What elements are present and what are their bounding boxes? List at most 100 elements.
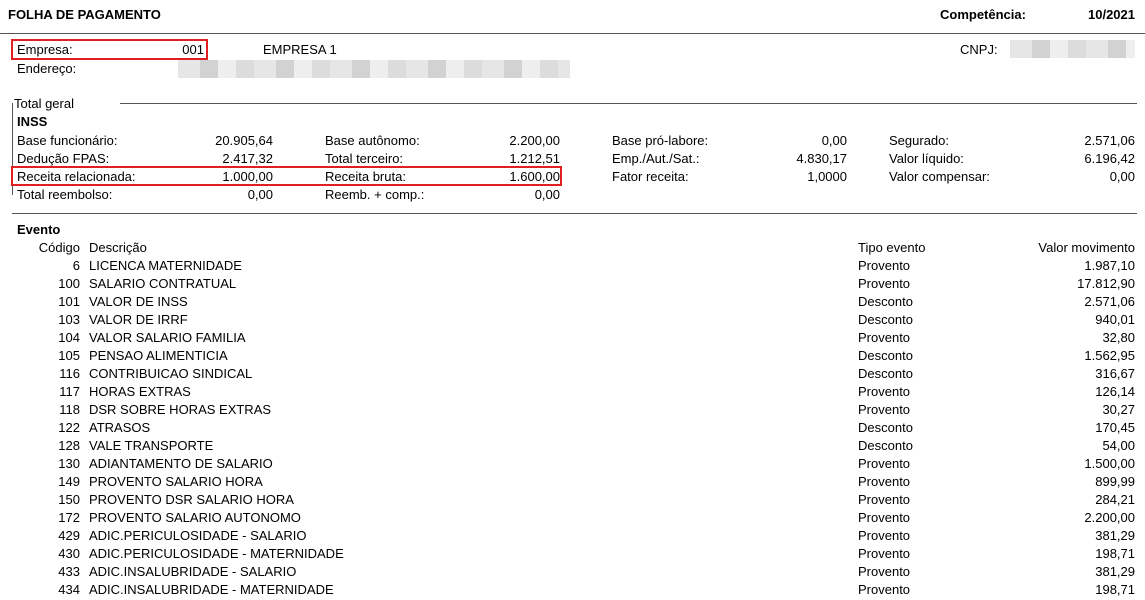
row-codigo: 117 — [59, 384, 80, 399]
row-descricao: HORAS EXTRAS — [89, 384, 191, 399]
row-descricao: ADIC.INSALUBRIDADE - MATERNIDADE — [89, 582, 334, 597]
row-valor: 32,80 — [1102, 330, 1135, 345]
valor-compensar-label: Valor compensar: — [889, 169, 990, 184]
row-descricao: SALARIO CONTRATUAL — [89, 276, 237, 291]
empresa-name: EMPRESA 1 — [263, 42, 337, 57]
table-row: 118 DSR SOBRE HORAS EXTRAS Provento 30,27 — [0, 401, 1145, 419]
row-valor: 198,71 — [1095, 582, 1135, 597]
table-row: 172 PROVENTO SALARIO AUTONOMO Provento 2.20… — [0, 509, 1145, 527]
row-valor: 1.562,95 — [1084, 348, 1135, 363]
table-row: 104 VALOR SALARIO FAMILIA Provento 32,80 — [0, 329, 1145, 347]
row-tipo: Desconto — [858, 312, 913, 327]
row-tipo: Provento — [858, 402, 911, 417]
table-row: 433 ADIC.INSALUBRIDADE - SALARIO Provento 3… — [0, 563, 1145, 581]
row-tipo: Provento — [858, 276, 911, 291]
row-descricao: LICENCA MATERNIDADE — [89, 258, 242, 273]
row-tipo: Provento — [858, 474, 911, 489]
reemb-comp-value: 0,00 — [534, 187, 560, 202]
row-valor: 381,29 — [1095, 528, 1135, 543]
row-tipo: Desconto — [858, 420, 913, 435]
row-tipo: Desconto — [858, 438, 913, 453]
cnpj-redacted — [1010, 40, 1135, 58]
row-descricao: VALOR DE INSS — [89, 294, 188, 309]
row-descricao: ADIC.INSALUBRIDADE - SALARIO — [89, 564, 297, 579]
fator-receita-value: 1,0000 — [807, 169, 847, 184]
row-codigo: 116 — [59, 366, 80, 381]
row-valor: 198,71 — [1095, 546, 1135, 561]
row-tipo: Desconto — [858, 348, 913, 363]
row-descricao: DSR SOBRE HORAS EXTRAS — [89, 402, 272, 417]
row-codigo: 430 — [58, 546, 80, 561]
segurado-value: 2.571,06 — [1084, 133, 1135, 148]
base-autonomo-label: Base autônomo: — [325, 133, 420, 148]
empresa-highlight — [11, 39, 208, 60]
table-row: 149 PROVENTO SALARIO HORA Provento 899,99 — [0, 473, 1145, 491]
base-funcionario-label: Base funcionário: — [17, 133, 118, 148]
evento-label: Evento — [17, 222, 61, 237]
base-autonomo-value: 2.200,00 — [509, 133, 560, 148]
row-codigo: 150 — [58, 492, 80, 507]
total-terceiro-label: Total terceiro: — [325, 151, 404, 166]
row-descricao: VALE TRANSPORTE — [89, 438, 214, 453]
row-valor: 54,00 — [1102, 438, 1135, 453]
competencia-value: 10/2021 — [1088, 7, 1135, 22]
table-row: 100 SALARIO CONTRATUAL Provento 17.812,90 — [0, 275, 1145, 293]
row-codigo: 100 — [58, 276, 80, 291]
row-codigo: 122 — [58, 420, 80, 435]
table-row: 6 LICENCA MATERNIDADE Provento 1.987,10 — [0, 257, 1145, 275]
total-reembolso-value: 0,00 — [247, 187, 273, 202]
valor-liquido-label: Valor líquido: — [889, 151, 964, 166]
row-valor: 284,21 — [1095, 492, 1135, 507]
total-geral-top-rule — [120, 103, 1137, 104]
row-valor: 2.200,00 — [1084, 510, 1135, 525]
endereco-redacted — [178, 60, 570, 78]
row-valor: 316,67 — [1095, 366, 1135, 381]
row-valor: 1.500,00 — [1084, 456, 1135, 471]
row-valor: 126,14 — [1095, 384, 1135, 399]
row-tipo: Desconto — [858, 366, 913, 381]
row-codigo: 104 — [58, 330, 80, 345]
deducao-fpas-value: 2.417,32 — [222, 151, 273, 166]
header-codigo: Código — [38, 240, 80, 255]
row-descricao: PROVENTO SALARIO AUTONOMO — [89, 510, 301, 525]
table-row: 128 VALE TRANSPORTE Desconto 54,00 — [0, 437, 1145, 455]
row-valor: 381,29 — [1095, 564, 1135, 579]
endereco-label: Endereço: — [17, 61, 77, 76]
base-pro-labore-label: Base pró-labore: — [612, 133, 709, 148]
cnpj-label: CNPJ: — [960, 42, 998, 57]
row-valor: 17.812,90 — [1077, 276, 1135, 291]
row-valor: 1.987,10 — [1084, 258, 1135, 273]
table-row: 130 ADIANTAMENTO DE SALARIO Provento 1.500,… — [0, 455, 1145, 473]
row-codigo: 128 — [58, 438, 80, 453]
row-codigo: 130 — [58, 456, 80, 471]
table-row: 150 PROVENTO DSR SALARIO HORA Provento 284,… — [0, 491, 1145, 509]
valor-liquido-value: 6.196,42 — [1084, 151, 1135, 166]
header-tipo-evento: Tipo evento — [858, 240, 926, 255]
row-tipo: Desconto — [858, 294, 913, 309]
row-tipo: Provento — [858, 564, 911, 579]
row-descricao: VALOR SALARIO FAMILIA — [89, 330, 246, 345]
table-row: 122 ATRASOS Desconto 170,45 — [0, 419, 1145, 437]
reemb-comp-label: Reemb. + comp.: — [325, 187, 425, 202]
row-codigo: 433 — [58, 564, 80, 579]
row-codigo: 6 — [72, 258, 80, 273]
row-codigo: 105 — [58, 348, 80, 363]
competencia-label: Competência: — [940, 7, 1026, 22]
row-codigo: 103 — [58, 312, 80, 327]
evento-table-header: Código Descrição Tipo evento Valor movim… — [0, 239, 1145, 257]
table-row: 434 ADIC.INSALUBRIDADE - MATERNIDADE Prove… — [0, 581, 1145, 599]
row-codigo: 149 — [58, 474, 80, 489]
table-row: 116 CONTRIBUICAO SINDICAL Desconto 316,67 — [0, 365, 1145, 383]
row-tipo: Provento — [858, 384, 911, 399]
row-codigo: 429 — [58, 528, 80, 543]
row-valor: 940,01 — [1095, 312, 1135, 327]
row-descricao: PENSAO ALIMENTICIA — [89, 348, 228, 363]
header-descricao: Descrição — [89, 240, 147, 255]
header-valor-movimento: Valor movimento — [1038, 240, 1135, 255]
row-tipo: Provento — [858, 528, 911, 543]
row-codigo: 101 — [58, 294, 80, 309]
table-row: 430 ADIC.PERICULOSIDADE - MATERNIDADE Prov… — [0, 545, 1145, 563]
evento-divider — [12, 213, 1137, 214]
table-row: 101 VALOR DE INSS Desconto 2.571,06 — [0, 293, 1145, 311]
total-geral-label: Total geral — [14, 96, 77, 111]
